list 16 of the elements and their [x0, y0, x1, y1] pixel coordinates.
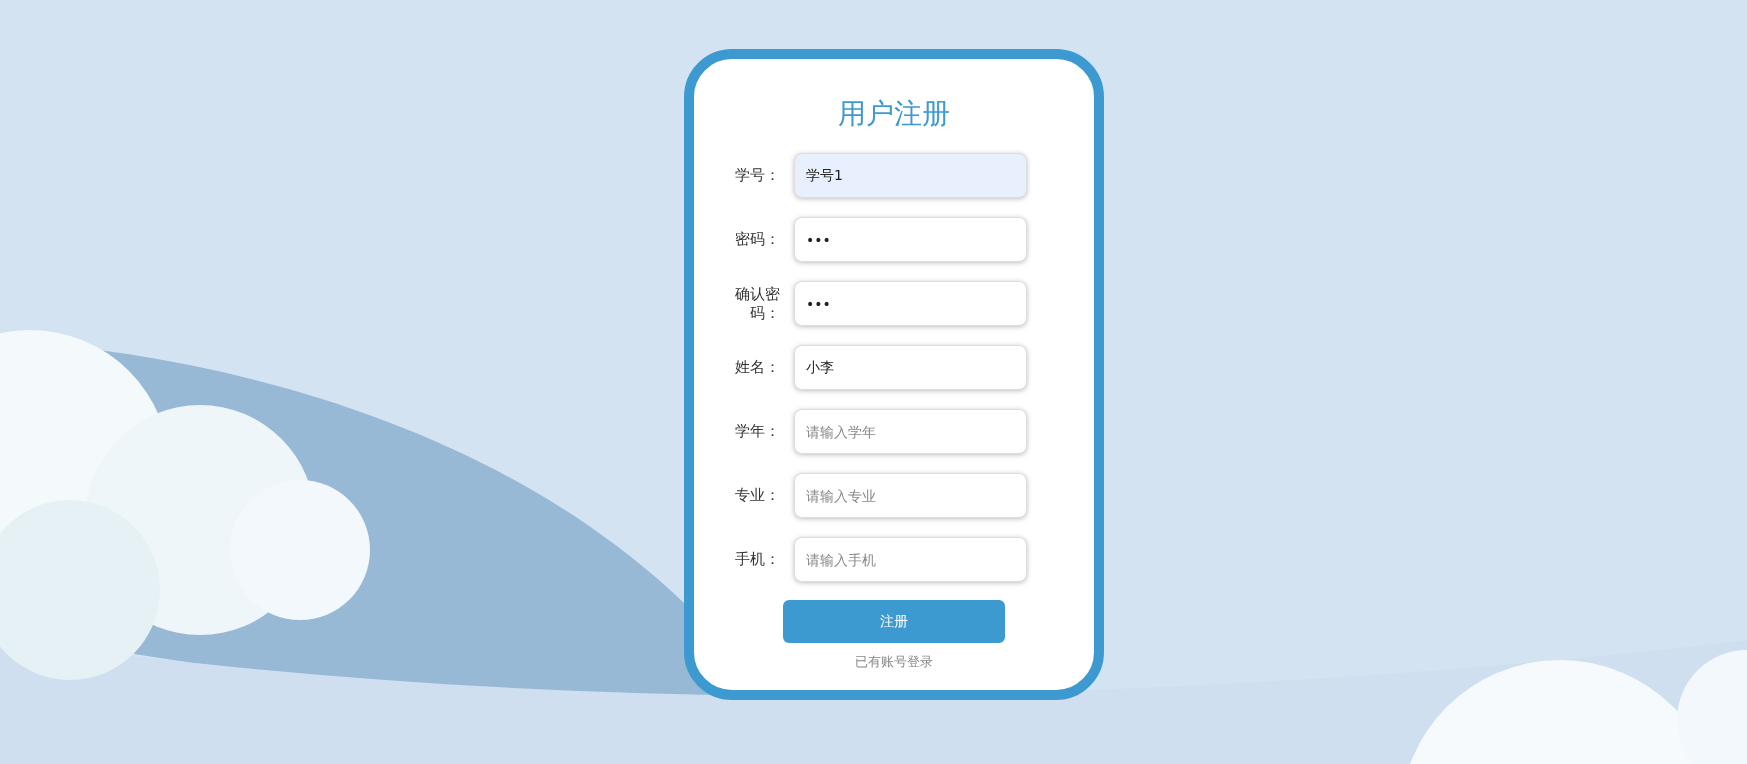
input-field[interactable]: 请输入手机 — [794, 537, 1027, 582]
field-label: 学年： — [734, 422, 780, 441]
field-label: 专业： — [734, 486, 780, 505]
field-label: 姓名： — [734, 358, 780, 377]
field-label: 密码： — [734, 230, 780, 249]
field-label: 学号： — [734, 166, 780, 185]
input-field[interactable]: 小李 — [794, 345, 1027, 390]
form-title: 用户注册 — [837, 97, 950, 131]
input-field[interactable]: 请输入专业 — [794, 473, 1027, 518]
login-link[interactable]: 已有账号登录 — [854, 652, 933, 672]
input-field[interactable]: 学号1 — [794, 153, 1027, 198]
input-field[interactable]: 请输入学年 — [794, 409, 1027, 454]
input-field[interactable]: ••• — [794, 281, 1027, 326]
input-field[interactable]: ••• — [794, 217, 1027, 262]
field-label: 确认密码： — [734, 284, 780, 323]
field-label: 手机： — [734, 550, 780, 569]
